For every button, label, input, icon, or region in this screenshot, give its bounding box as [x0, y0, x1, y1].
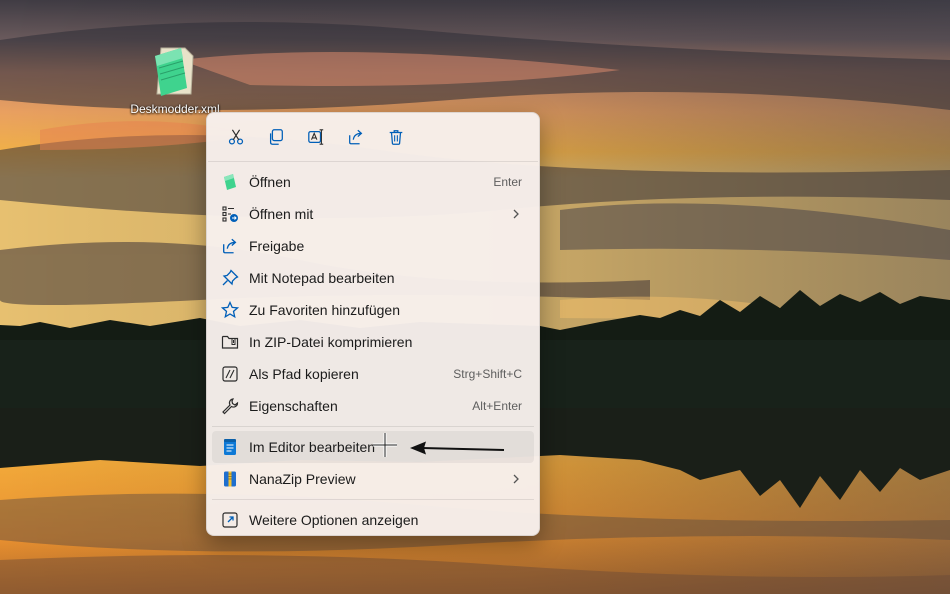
- menu-item-label: Öffnen mit: [249, 206, 314, 222]
- menu-item-label: Eigenschaften: [249, 398, 338, 414]
- context-menu-toolbar: [207, 113, 539, 161]
- menu-item-label: Freigabe: [249, 238, 305, 254]
- share-icon: [223, 238, 237, 254]
- menu-item-more-options[interactable]: Weitere Optionen anzeigen: [212, 504, 534, 536]
- context-menu: Öffnen Enter Öffnen mit Freigabe Mit Not…: [206, 112, 540, 536]
- delete-button[interactable]: [379, 120, 413, 154]
- open-with-icon: [222, 206, 238, 222]
- pin-icon: [222, 269, 239, 286]
- crosshair-cursor-icon: [373, 433, 397, 457]
- menu-item-label: NanaZip Preview: [249, 471, 356, 487]
- menu-item-shortcut: Alt+Enter: [472, 399, 522, 413]
- trash-icon: [389, 130, 403, 145]
- copy-path-icon: [222, 366, 238, 382]
- menu-item-zip[interactable]: In ZIP-Datei komprimieren: [212, 326, 534, 358]
- menu-item-label: Mit Notepad bearbeiten: [249, 270, 395, 286]
- menu-item-label: Öffnen: [249, 174, 291, 190]
- menu-item-label: Zu Favoriten hinzufügen: [249, 302, 400, 318]
- notepad-file-icon: [155, 47, 194, 96]
- annotation-arrow-icon: [410, 441, 505, 455]
- menu-item-open[interactable]: Öffnen Enter: [212, 166, 534, 198]
- menu-separator: [212, 426, 534, 427]
- copy-icon: [269, 129, 283, 145]
- menu-item-shortcut: Enter: [493, 175, 522, 189]
- menu-item-share[interactable]: Freigabe: [212, 230, 534, 262]
- chevron-right-icon: [513, 474, 519, 484]
- menu-item-label: Weitere Optionen anzeigen: [249, 512, 419, 528]
- copy-button[interactable]: [259, 120, 293, 154]
- menu-item-open-with[interactable]: Öffnen mit: [212, 198, 534, 230]
- menu-separator: [212, 499, 534, 500]
- notepad-blue-icon: [224, 439, 236, 455]
- menu-item-label: In ZIP-Datei komprimieren: [249, 334, 413, 350]
- rename-button[interactable]: [299, 120, 333, 154]
- menu-item-label: Als Pfad kopieren: [249, 366, 359, 382]
- menu-item-nanazip[interactable]: NanaZip Preview: [212, 463, 534, 495]
- more-options-icon: [222, 512, 238, 528]
- nanazip-icon: [224, 471, 236, 487]
- menu-item-copy-path[interactable]: Als Pfad kopieren Strg+Shift+C: [212, 358, 534, 390]
- share-icon: [349, 129, 363, 145]
- cut-button[interactable]: [219, 120, 253, 154]
- chevron-right-icon: [513, 209, 519, 219]
- share-button[interactable]: [339, 120, 373, 154]
- menu-item-shortcut: Strg+Shift+C: [453, 367, 522, 381]
- zip-folder-icon: [221, 335, 239, 349]
- menu-item-properties[interactable]: Eigenschaften Alt+Enter: [212, 390, 534, 422]
- menu-item-favorites[interactable]: Zu Favoriten hinzufügen: [212, 294, 534, 326]
- notepad-icon: [224, 174, 236, 190]
- desktop-file-item[interactable]: Deskmodder.xml: [122, 44, 228, 116]
- rename-icon: [308, 129, 324, 145]
- star-icon: [221, 301, 239, 319]
- scissors-icon: [228, 129, 244, 145]
- wrench-icon: [222, 398, 239, 415]
- menu-item-edit-notepad[interactable]: Mit Notepad bearbeiten: [212, 262, 534, 294]
